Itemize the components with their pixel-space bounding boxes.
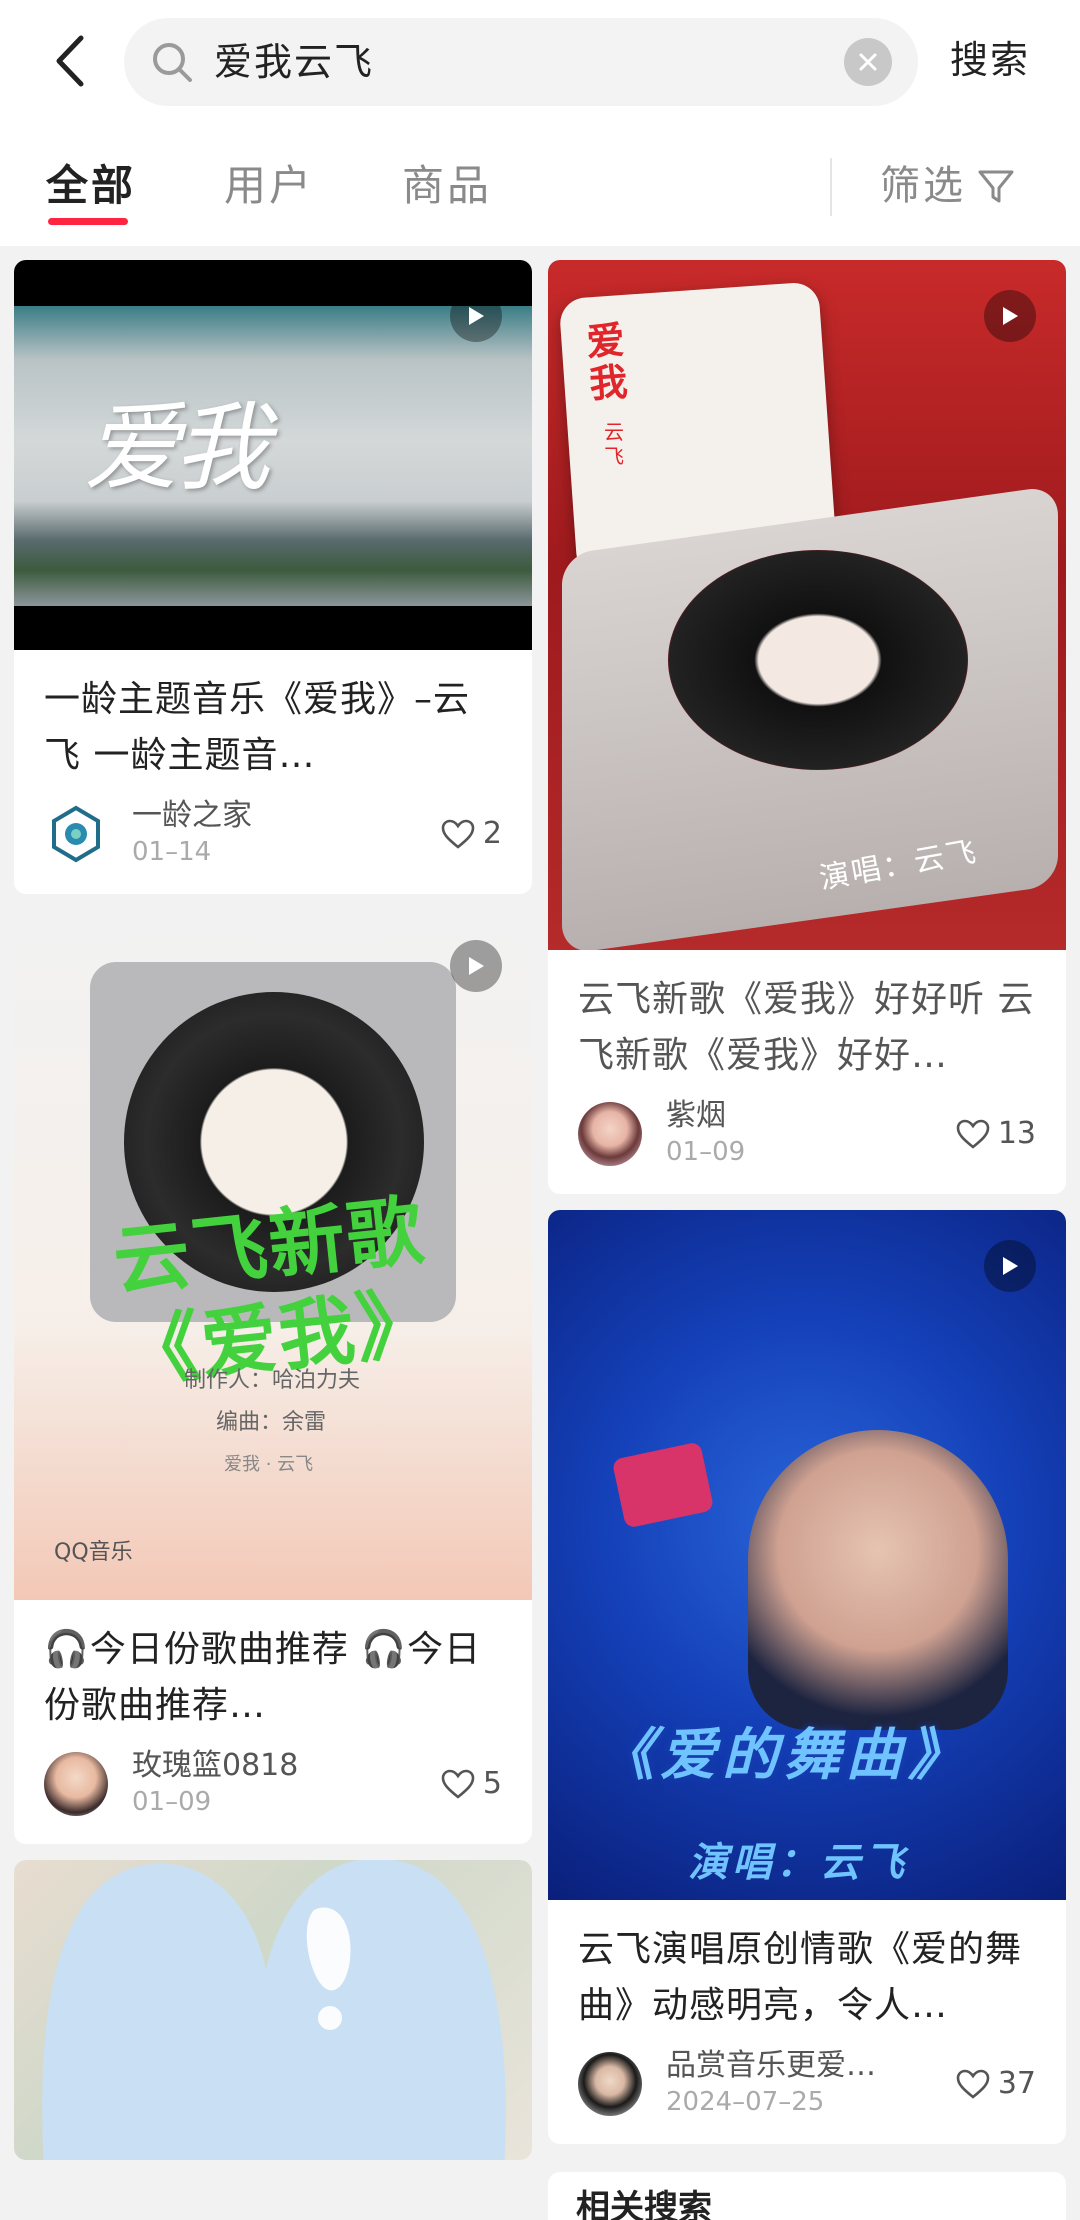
note-card[interactable]: 爱我 一龄主题音乐《爱我》–云飞 一龄主题音… 一龄之家 01–14 2 <box>14 260 532 894</box>
search-icon <box>153 43 192 82</box>
author-avatar[interactable] <box>578 2052 642 2116</box>
singer-image <box>748 1430 1008 1730</box>
thumbnail-title-text: 爱我 <box>84 392 270 504</box>
tab-users[interactable]: 用户 <box>224 158 314 214</box>
top-bar: 爱我云飞 搜索 全部 用户 商品 筛选 <box>0 0 1080 246</box>
back-arrow-icon <box>56 35 84 87</box>
note-title[interactable]: 一龄主题音乐《爱我》–云飞 一龄主题音… <box>44 672 502 784</box>
active-tab-indicator <box>48 218 128 225</box>
filter-button[interactable]: 筛选 <box>880 158 1016 214</box>
vinyl-record <box>668 550 968 770</box>
author-name[interactable]: 紫烟 <box>666 1098 726 1134</box>
note-meta: 品赏音乐更爱… 2024–07–25 37 <box>578 2048 1036 2120</box>
video-play-icon <box>984 290 1036 342</box>
like-count: 5 <box>482 1766 502 1801</box>
search-input[interactable]: 爱我云飞 <box>124 18 918 106</box>
like-button[interactable]: 5 <box>441 1766 502 1802</box>
clear-search-button[interactable] <box>844 38 892 86</box>
feed-column-right: 爱我 云飞 演唱：云飞 云飞新歌《爱我》好好听 云飞新歌《爱我》好好… 紫烟 0… <box>548 260 1066 2160</box>
thumbnail-credit-arranger: 编曲：余雷 <box>216 1410 327 1435</box>
author-name[interactable]: 品赏音乐更爱… <box>666 2048 876 2084</box>
heart-icon <box>441 819 475 849</box>
thumbnail-brand: QQ音乐 <box>54 1540 133 1565</box>
note-meta: 一龄之家 01–14 2 <box>44 798 502 870</box>
tab-all[interactable]: 全部 <box>46 158 136 214</box>
filter-icon <box>978 170 1014 203</box>
author-name[interactable]: 玫瑰篮0818 <box>132 1748 298 1784</box>
note-card[interactable] <box>14 1860 532 2160</box>
clear-icon <box>859 53 877 71</box>
note-date: 01–09 <box>666 1137 746 1167</box>
video-play-icon <box>450 940 502 992</box>
like-count: 37 <box>997 2066 1036 2101</box>
search-query-text: 爱我云飞 <box>214 40 375 84</box>
like-button[interactable]: 2 <box>441 816 502 852</box>
related-searches-label: 相关搜索 <box>576 2188 712 2220</box>
thumbnail-singer-text: 演唱：云飞 <box>688 1840 908 1886</box>
tab-bar: 全部 用户 商品 筛选 <box>0 150 1080 246</box>
thumbnail-credit-producer: 制作人：哈泊力夫 <box>184 1368 361 1393</box>
note-card[interactable]: 云飞新歌《爱我》 制作人：哈泊力夫 编曲：余雷 爱我 · 云飞 QQ音乐 🎧今日… <box>14 910 532 1844</box>
note-thumbnail[interactable]: 云飞新歌《爱我》 制作人：哈泊力夫 编曲：余雷 爱我 · 云飞 QQ音乐 <box>14 910 532 1600</box>
note-title[interactable]: 🎧今日份歌曲推荐 🎧今日份歌曲推荐… <box>44 1622 502 1734</box>
search-button[interactable]: 搜索 <box>950 36 1030 84</box>
like-button[interactable]: 37 <box>956 2066 1036 2102</box>
note-thumbnail[interactable]: 爱我 云飞 演唱：云飞 <box>548 260 1066 950</box>
related-searches-card[interactable]: 相关搜索 <box>548 2172 1066 2220</box>
sticker-overlay <box>34 1860 514 2160</box>
note-date: 2024–07–25 <box>666 2087 825 2117</box>
filter-label: 筛选 <box>880 163 966 209</box>
video-play-icon <box>450 290 502 342</box>
heart-icon <box>441 1769 475 1799</box>
author-name[interactable]: 一龄之家 <box>132 798 252 834</box>
note-date: 01–14 <box>132 837 212 867</box>
note-date: 01–09 <box>132 1787 212 1817</box>
like-count: 13 <box>997 1116 1036 1151</box>
video-play-icon <box>984 1240 1036 1292</box>
note-thumbnail[interactable]: 爱我 <box>14 260 532 650</box>
note-thumbnail[interactable]: 《爱的舞曲》 演唱：云飞 <box>548 1210 1066 1900</box>
tab-products[interactable]: 商品 <box>402 158 492 214</box>
back-button[interactable] <box>40 28 100 94</box>
like-count: 2 <box>482 816 502 851</box>
microphone-image <box>611 1441 715 1529</box>
note-thumbnail[interactable] <box>14 1860 532 2160</box>
note-card[interactable]: 爱我 云飞 演唱：云飞 云飞新歌《爱我》好好听 云飞新歌《爱我》好好… 紫烟 0… <box>548 260 1066 1194</box>
feed-column-left: 爱我 一龄主题音乐《爱我》–云飞 一龄主题音… 一龄之家 01–14 2 云飞新… <box>14 260 532 2176</box>
heart-icon <box>956 2069 990 2099</box>
thumbnail-credit-song: 爱我 · 云飞 <box>224 1454 314 1475</box>
thumbnail-song-title: 《爱的舞曲》 <box>598 1723 970 1788</box>
tab-divider <box>830 158 832 216</box>
album-cover-artist: 云飞 <box>604 420 624 468</box>
heart-icon <box>956 1119 990 1149</box>
note-meta: 紫烟 01–09 13 <box>578 1098 1036 1170</box>
author-avatar[interactable] <box>578 1102 642 1166</box>
note-title[interactable]: 云飞演唱原创情歌《爱的舞曲》动感明亮，令人… <box>578 1922 1036 2034</box>
author-avatar[interactable] <box>44 1752 108 1816</box>
note-card[interactable]: 《爱的舞曲》 演唱：云飞 云飞演唱原创情歌《爱的舞曲》动感明亮，令人… 品赏音乐… <box>548 1210 1066 2144</box>
like-button[interactable]: 13 <box>956 1116 1036 1152</box>
album-cover-title: 爱我 <box>585 317 629 407</box>
note-title[interactable]: 云飞新歌《爱我》好好听 云飞新歌《爱我》好好… <box>578 972 1036 1084</box>
note-meta: 玫瑰篮0818 01–09 5 <box>44 1748 502 1820</box>
author-avatar[interactable] <box>44 802 108 866</box>
